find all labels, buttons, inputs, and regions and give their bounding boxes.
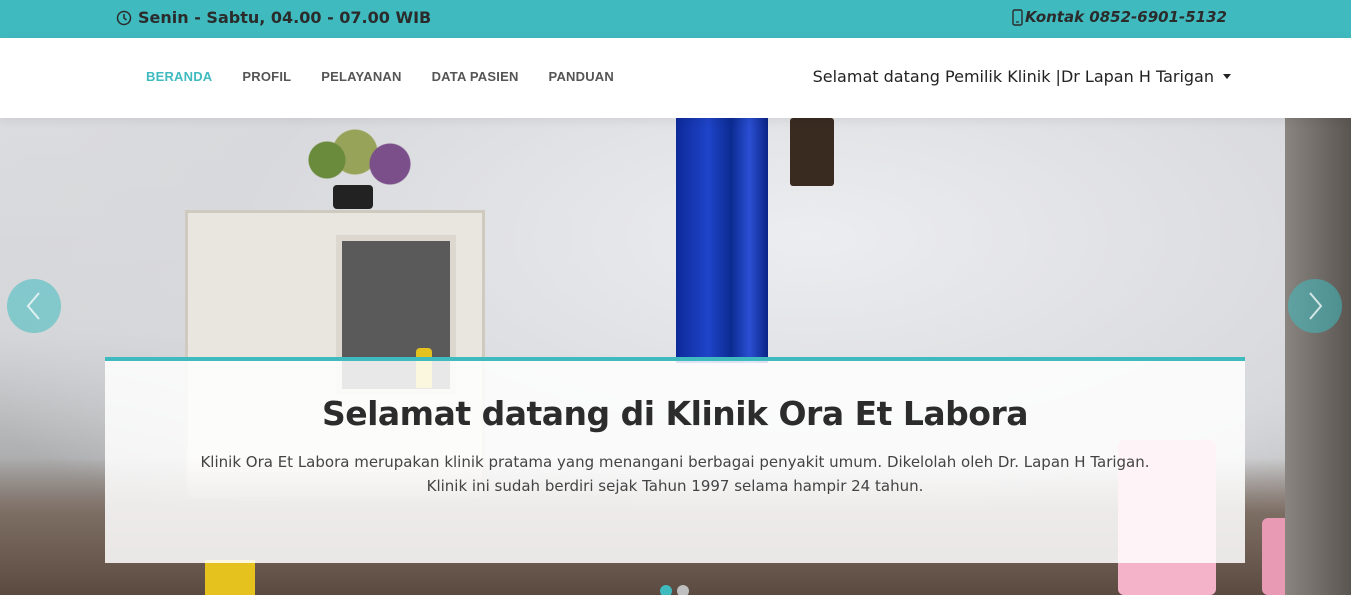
top-info-bar: Senin - Sabtu, 04.00 - 07.00 WIB Kontak … xyxy=(0,0,1351,38)
user-menu-dropdown[interactable]: Selamat datang Pemilik Klinik |Dr Lapan … xyxy=(813,67,1231,86)
nav-item-panduan[interactable]: PANDUAN xyxy=(534,69,629,84)
opening-hours-text: Senin - Sabtu, 04.00 - 07.00 WIB xyxy=(138,8,432,27)
carousel-next-button[interactable] xyxy=(1288,279,1342,333)
user-greeting: Selamat datang Pemilik Klinik |Dr Lapan … xyxy=(812,67,1214,86)
opening-hours: Senin - Sabtu, 04.00 - 07.00 WIB xyxy=(116,8,431,27)
hero-title: Selamat datang di Klinik Ora Et Labora xyxy=(321,394,1029,433)
nav-item-data-pasien[interactable]: DATA PASIEN xyxy=(417,69,534,84)
flower-pot xyxy=(333,185,373,209)
carousel-indicator-2[interactable] xyxy=(677,585,689,595)
clock-icon xyxy=(116,10,132,25)
nav-menu: BERANDA PROFIL PELAYANAN DATA PASIEN PAN… xyxy=(131,69,629,84)
caret-down-icon xyxy=(1223,74,1231,79)
carousel-indicators xyxy=(660,585,694,595)
hero-description: Klinik Ora Et Labora merupakan klinik pr… xyxy=(105,450,1245,498)
phone-icon xyxy=(1012,8,1023,26)
chevron-right-icon xyxy=(1309,292,1323,320)
contact-text: Kontak 0852-6901-5132 xyxy=(1025,8,1227,26)
chevron-left-icon xyxy=(26,292,40,320)
hero-description-line2: Klinik ini sudah berdiri sejak Tahun 199… xyxy=(426,477,924,495)
nav-item-profil[interactable]: PROFIL xyxy=(227,69,306,84)
carousel-prev-button[interactable] xyxy=(7,279,61,333)
carousel-indicator-1[interactable] xyxy=(660,585,672,595)
contact-info[interactable]: Kontak 0852-6901-5132 xyxy=(1012,8,1227,26)
nav-item-pelayanan[interactable]: PELAYANAN xyxy=(306,69,416,84)
nav-item-beranda[interactable]: BERANDA xyxy=(131,69,227,84)
main-navbar: BERANDA PROFIL PELAYANAN DATA PASIEN PAN… xyxy=(0,38,1351,118)
blue-curtain xyxy=(676,118,768,363)
hero-description-line1: Klinik Ora Et Labora merupakan klinik pr… xyxy=(200,453,1150,471)
right-shelf xyxy=(1285,118,1351,595)
hero-caption: Selamat datang di Klinik Ora Et Labora K… xyxy=(105,357,1245,563)
wall-plant xyxy=(790,118,834,186)
